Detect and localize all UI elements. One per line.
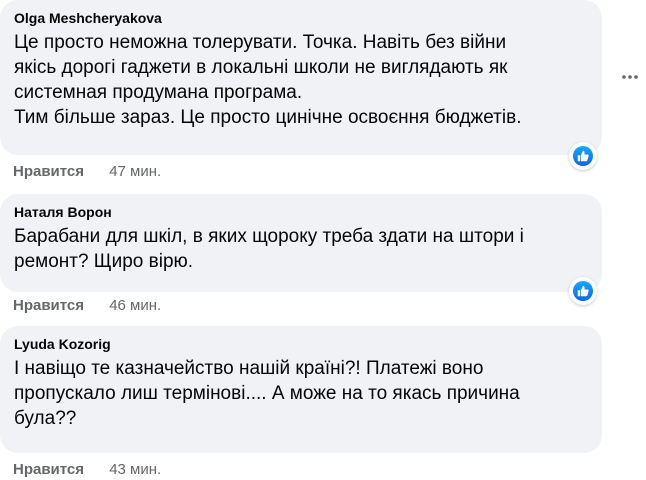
comment-timestamp[interactable]: 46 мин. xyxy=(109,297,161,314)
comment-line: системная продумана програма. xyxy=(14,82,303,103)
comment-author[interactable]: Lyuda Kozorig xyxy=(14,336,588,353)
comment-timestamp[interactable]: 47 мин. xyxy=(109,163,161,180)
comment-line: Це просто неможна толерувати. Точка. Нав… xyxy=(14,32,507,53)
comment-meta: Нравится 46 мин. xyxy=(13,297,161,315)
comment-line: Тим більше зараз. Це просто цинічне осво… xyxy=(14,107,522,128)
comment-bubble: Наталя Ворон Барабани для шкіл, в яких щ… xyxy=(0,194,602,292)
comment-bubble: Olga Meshcheryakova Це просто неможна то… xyxy=(0,0,602,155)
comment-line: якісь дорогі гаджети в локальні школи не… xyxy=(14,57,508,78)
thumbs-up-icon xyxy=(573,281,593,301)
comment-line: ремонт? Щиро вірю. xyxy=(14,251,194,272)
comment-meta: Нравится 43 мин. xyxy=(13,461,161,479)
comment-author[interactable]: Наталя Ворон xyxy=(14,204,588,221)
comment-text: Це просто неможна толерувати. Точка. Нав… xyxy=(14,30,588,130)
comment-bubble: Lyuda Kozorig І навіщо те казначейство н… xyxy=(0,326,602,453)
more-horizontal-icon[interactable] xyxy=(620,67,640,87)
comment-text: І навіщо те казначейство нашій країні?! … xyxy=(14,356,588,431)
like-link[interactable]: Нравится xyxy=(13,297,84,314)
comment-text: Барабани для шкіл, в яких щороку треба з… xyxy=(14,224,588,274)
thumbs-up-icon xyxy=(573,146,593,166)
like-reaction-badge[interactable] xyxy=(569,142,597,170)
comment-timestamp[interactable]: 43 мин. xyxy=(109,461,161,478)
comment-author[interactable]: Olga Meshcheryakova xyxy=(14,10,588,27)
like-reaction-badge[interactable] xyxy=(569,277,597,305)
like-link[interactable]: Нравится xyxy=(13,163,84,180)
comment-line: І навіщо те казначейство нашій країні?! … xyxy=(14,358,484,379)
comment-meta: Нравится 47 мин. xyxy=(13,163,161,181)
comment-line: Барабани для шкіл, в яких щороку треба з… xyxy=(14,226,524,247)
like-link[interactable]: Нравится xyxy=(13,461,84,478)
comment-line: була?? xyxy=(14,408,77,429)
comment-line: пропускало лиш термінові.... А може на т… xyxy=(14,383,520,404)
